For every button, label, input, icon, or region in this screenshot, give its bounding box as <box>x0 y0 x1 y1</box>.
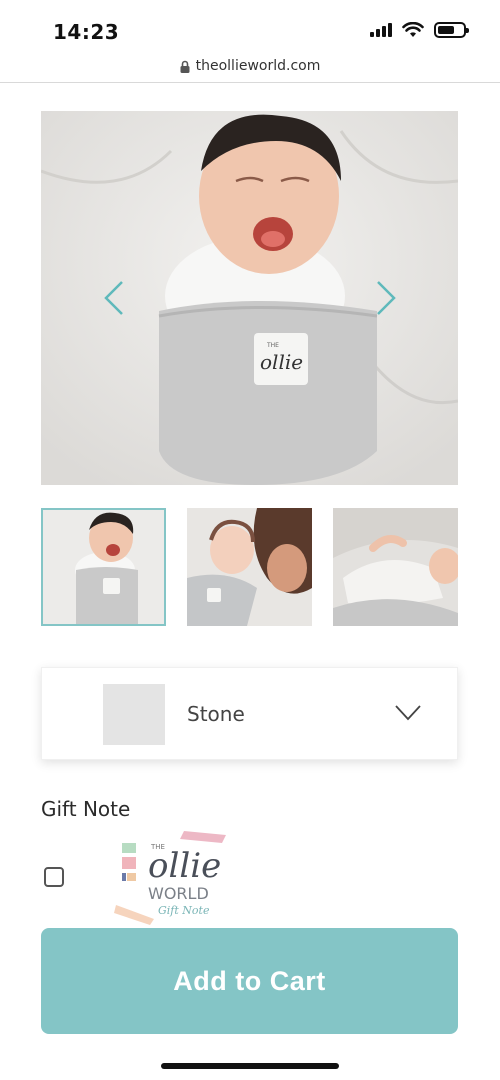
thumb-photo-2 <box>187 508 312 626</box>
status-time: 14:23 <box>53 20 120 44</box>
status-icons <box>370 22 469 38</box>
gift-note-checkbox[interactable] <box>44 867 64 887</box>
thumb-photo-3 <box>333 508 458 626</box>
ollie-world-gift-note-logo: THE ollie WORLD Gift Note <box>114 829 230 925</box>
battery-icon <box>434 22 469 38</box>
chevron-left-icon[interactable] <box>102 280 126 316</box>
address-bar[interactable]: theollieworld.com <box>0 50 500 82</box>
wifi-icon <box>402 22 424 37</box>
selected-color-label: Stone <box>187 702 245 726</box>
status-bar: 14:23 <box>0 0 500 50</box>
logo-ollie: ollie <box>148 846 221 886</box>
chevron-down-icon <box>395 705 421 721</box>
logo-world: WORLD <box>148 884 209 903</box>
lock-icon <box>180 60 190 73</box>
color-selector-dropdown[interactable]: Stone <box>41 667 458 760</box>
chevron-right-icon[interactable] <box>374 280 398 316</box>
gift-note-title: Gift Note <box>41 797 131 821</box>
hero-label-the: THE <box>266 342 279 349</box>
thumb-yawning-baby[interactable] <box>41 508 166 626</box>
color-swatch <box>103 684 165 745</box>
home-indicator[interactable] <box>161 1063 339 1069</box>
url-text: theollieworld.com <box>195 58 321 74</box>
address-bar-divider <box>0 82 500 83</box>
thumb-photo-1 <box>43 510 164 624</box>
add-to-cart-button[interactable]: Add to Cart <box>41 928 458 1034</box>
logo-gift-note: Gift Note <box>158 904 210 917</box>
hero-label-ollie: ollie <box>260 350 303 374</box>
thumb-baby-with-mother[interactable] <box>187 508 312 626</box>
thumb-baby-sleeping[interactable] <box>333 508 458 626</box>
signal-icon <box>370 23 392 37</box>
